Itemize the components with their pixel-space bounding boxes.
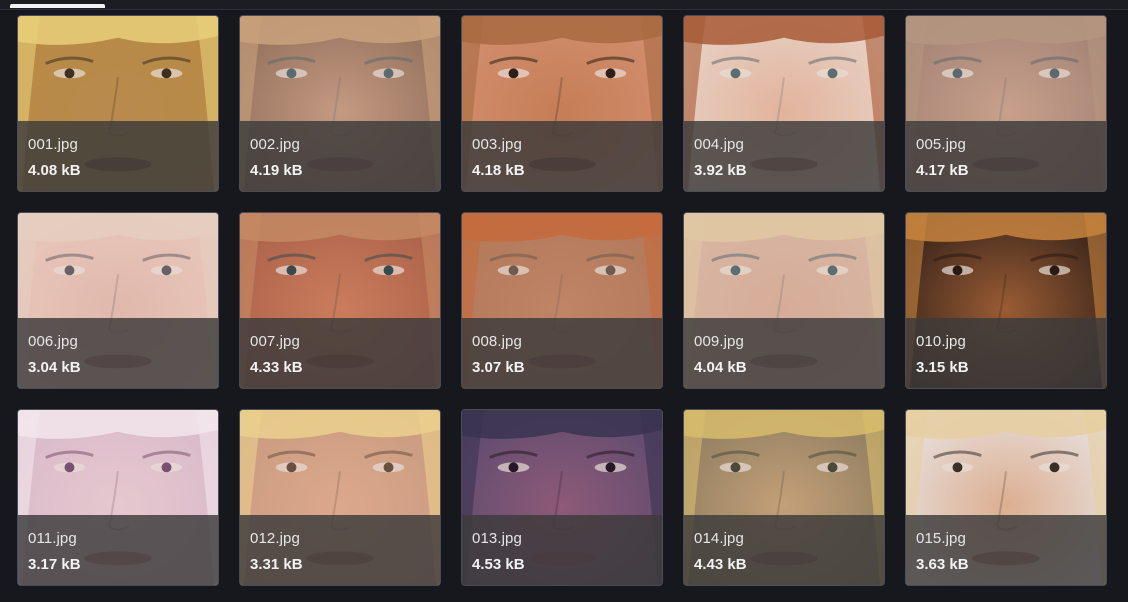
image-card[interactable]: 011.jpg 3.17 kB bbox=[17, 409, 219, 586]
file-size: 4.19 kB bbox=[250, 162, 303, 179]
file-name: 005.jpg bbox=[916, 136, 966, 153]
file-size: 3.17 kB bbox=[28, 556, 81, 573]
file-size: 3.63 kB bbox=[916, 556, 969, 573]
file-size: 3.04 kB bbox=[28, 359, 81, 376]
caption-overlay bbox=[684, 515, 884, 585]
file-name: 003.jpg bbox=[472, 136, 522, 153]
caption-overlay bbox=[462, 318, 662, 388]
image-card[interactable]: 012.jpg 3.31 kB bbox=[239, 409, 441, 586]
top-tab-bar bbox=[0, 0, 1128, 10]
caption-overlay bbox=[906, 121, 1106, 191]
image-card[interactable]: 015.jpg 3.63 kB bbox=[905, 409, 1107, 586]
file-size: 3.07 kB bbox=[472, 359, 525, 376]
file-name: 008.jpg bbox=[472, 333, 522, 350]
file-size: 3.15 kB bbox=[916, 359, 969, 376]
file-name: 001.jpg bbox=[28, 136, 78, 153]
file-name: 004.jpg bbox=[694, 136, 744, 153]
file-size: 4.53 kB bbox=[472, 556, 525, 573]
caption-overlay bbox=[684, 318, 884, 388]
caption-overlay bbox=[18, 318, 218, 388]
image-card[interactable]: 008.jpg 3.07 kB bbox=[461, 212, 663, 389]
file-name: 006.jpg bbox=[28, 333, 78, 350]
file-name: 014.jpg bbox=[694, 530, 744, 547]
image-card[interactable]: 004.jpg 3.92 kB bbox=[683, 15, 885, 192]
file-name: 010.jpg bbox=[916, 333, 966, 350]
file-size: 4.33 kB bbox=[250, 359, 303, 376]
caption-overlay bbox=[462, 121, 662, 191]
file-name: 007.jpg bbox=[250, 333, 300, 350]
caption-overlay bbox=[462, 515, 662, 585]
file-size: 4.04 kB bbox=[694, 359, 747, 376]
image-card[interactable]: 005.jpg 4.17 kB bbox=[905, 15, 1107, 192]
image-card[interactable]: 014.jpg 4.43 kB bbox=[683, 409, 885, 586]
image-card[interactable]: 002.jpg 4.19 kB bbox=[239, 15, 441, 192]
caption-overlay bbox=[18, 121, 218, 191]
caption-overlay bbox=[240, 318, 440, 388]
image-card[interactable]: 003.jpg 4.18 kB bbox=[461, 15, 663, 192]
file-size: 4.17 kB bbox=[916, 162, 969, 179]
file-size: 4.08 kB bbox=[28, 162, 81, 179]
file-name: 002.jpg bbox=[250, 136, 300, 153]
active-tab-indicator[interactable] bbox=[10, 4, 105, 8]
file-name: 013.jpg bbox=[472, 530, 522, 547]
file-name: 009.jpg bbox=[694, 333, 744, 350]
image-card[interactable]: 009.jpg 4.04 kB bbox=[683, 212, 885, 389]
caption-overlay bbox=[18, 515, 218, 585]
caption-overlay bbox=[684, 121, 884, 191]
caption-overlay bbox=[906, 515, 1106, 585]
caption-overlay bbox=[240, 121, 440, 191]
file-size: 3.31 kB bbox=[250, 556, 303, 573]
file-name: 015.jpg bbox=[916, 530, 966, 547]
file-name: 012.jpg bbox=[250, 530, 300, 547]
image-grid: 001.jpg 4.08 kB 002.jpg 4.19 kB 003.jpg 4.18 … bbox=[17, 15, 1107, 586]
caption-overlay bbox=[906, 318, 1106, 388]
image-card[interactable]: 006.jpg 3.04 kB bbox=[17, 212, 219, 389]
file-size: 4.43 kB bbox=[694, 556, 747, 573]
file-size: 4.18 kB bbox=[472, 162, 525, 179]
image-card[interactable]: 007.jpg 4.33 kB bbox=[239, 212, 441, 389]
image-card[interactable]: 010.jpg 3.15 kB bbox=[905, 212, 1107, 389]
file-size: 3.92 kB bbox=[694, 162, 747, 179]
file-name: 011.jpg bbox=[28, 530, 77, 547]
caption-overlay bbox=[240, 515, 440, 585]
image-card[interactable]: 001.jpg 4.08 kB bbox=[17, 15, 219, 192]
image-card[interactable]: 013.jpg 4.53 kB bbox=[461, 409, 663, 586]
